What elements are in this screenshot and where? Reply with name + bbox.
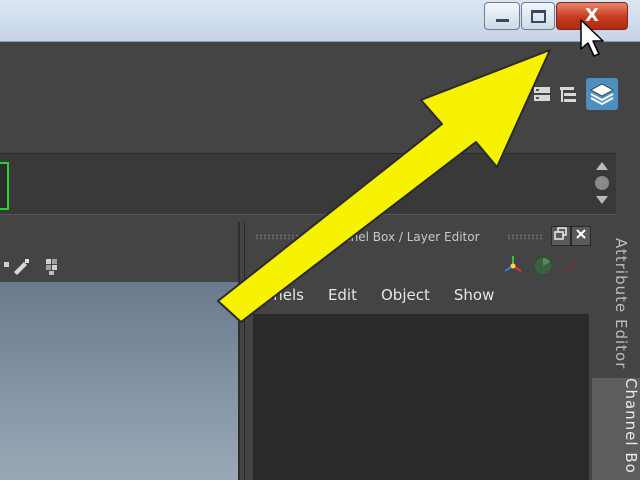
float-icon	[554, 227, 567, 240]
minimize-button[interactable]	[484, 2, 520, 30]
channel-box-panel: nnel Box / Layer Editor hannels Edit Obj…	[244, 222, 593, 480]
channel-box-menu: hannels Edit Object Show	[245, 286, 518, 312]
channel-box-title: nnel Box / Layer Editor	[343, 230, 480, 244]
menu-edit[interactable]: Edit	[328, 286, 357, 312]
minimize-icon	[495, 19, 509, 22]
layout-icon[interactable]	[528, 81, 554, 111]
float-panel-button[interactable]	[551, 226, 571, 246]
shelf-bar	[0, 153, 616, 215]
layers-icon[interactable]	[586, 78, 618, 110]
shelf-scroll-control[interactable]	[592, 158, 612, 210]
close-icon: X	[585, 5, 599, 26]
channel-box-icon-row	[504, 256, 578, 276]
tab-channel-box[interactable]: Channel Bo	[592, 378, 640, 480]
side-tabs: Attribute Editor Channel Bo	[592, 222, 640, 480]
close-panel-icon	[576, 229, 586, 239]
menu-show[interactable]: Show	[454, 286, 494, 312]
maximize-icon	[530, 9, 546, 23]
active-input-field[interactable]	[0, 162, 9, 210]
window-controls: X	[483, 2, 628, 30]
panel-grip-left[interactable]	[255, 234, 339, 240]
viewport-panel	[0, 222, 240, 480]
3d-viewport[interactable]	[0, 282, 238, 480]
scroll-down-icon[interactable]	[596, 196, 608, 204]
menu-channels[interactable]: hannels	[245, 286, 304, 312]
tab-attribute-editor[interactable]: Attribute Editor	[600, 238, 630, 378]
window-title-bar: X	[0, 0, 640, 42]
close-button[interactable]: X	[556, 2, 628, 30]
maximize-button[interactable]	[521, 2, 555, 30]
menu-object[interactable]: Object	[381, 286, 430, 312]
paint-tool-icon[interactable]	[4, 256, 38, 276]
scroll-up-icon[interactable]	[596, 162, 608, 170]
panel-grip-right[interactable]	[507, 234, 543, 240]
channel-box-header: nnel Box / Layer Editor	[245, 222, 593, 250]
close-panel-button[interactable]	[571, 226, 591, 246]
outliner-icon[interactable]	[556, 81, 582, 111]
viewport-toolbar	[0, 222, 238, 283]
pen-icon[interactable]	[564, 257, 578, 275]
speed-icon[interactable]	[533, 256, 553, 276]
manipulator-icon[interactable]	[504, 256, 522, 272]
grid-icon[interactable]	[44, 256, 60, 276]
scroll-menu-icon[interactable]	[595, 176, 609, 190]
channel-list[interactable]	[253, 314, 589, 480]
